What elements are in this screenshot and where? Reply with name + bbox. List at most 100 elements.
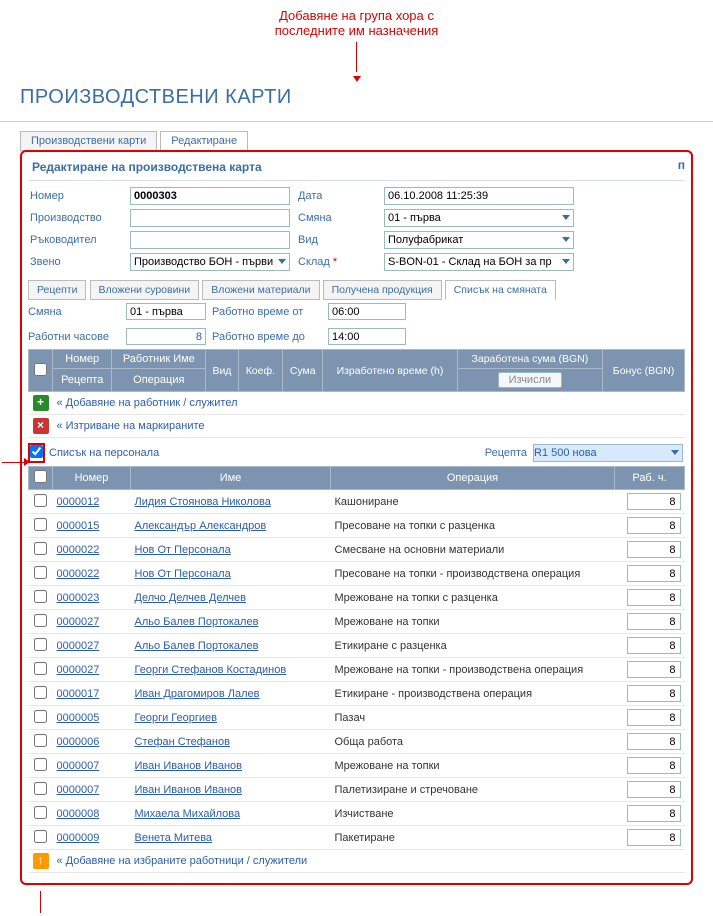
row-name[interactable]: Михаела Михайлова — [131, 802, 331, 826]
personnel-title: Списък на персонала — [49, 447, 159, 459]
row-name[interactable]: Александър Александров — [131, 514, 331, 538]
row-checkbox[interactable] — [34, 830, 47, 843]
row-hours-field[interactable] — [627, 541, 681, 558]
row-hours-field[interactable] — [627, 685, 681, 702]
row-checkbox[interactable] — [34, 734, 47, 747]
row-name[interactable]: Нов От Персонала — [131, 562, 331, 586]
row-hours-field[interactable] — [627, 589, 681, 606]
calc-button[interactable]: Изчисли — [498, 372, 563, 388]
row-hours-field[interactable] — [627, 565, 681, 582]
row-name[interactable]: Георги Стефанов Костадинов — [131, 658, 331, 682]
row-checkbox[interactable] — [34, 686, 47, 699]
row-number[interactable]: 0000017 — [53, 682, 131, 706]
row-name[interactable]: Альо Балев Портокалев — [131, 634, 331, 658]
row-number[interactable]: 0000027 — [53, 634, 131, 658]
shift2-field[interactable] — [126, 303, 206, 320]
row-number[interactable]: 0000005 — [53, 706, 131, 730]
row-number[interactable]: 0000015 — [53, 514, 131, 538]
row-checkbox[interactable] — [34, 614, 47, 627]
row-hours-field[interactable] — [627, 661, 681, 678]
row-checkbox[interactable] — [34, 758, 47, 771]
personnel-grid: Номер Име Операция Раб. ч. 0000012Лидия … — [28, 466, 685, 873]
row-checkbox[interactable] — [34, 638, 47, 651]
row-hours-field[interactable] — [627, 637, 681, 654]
add-worker-link[interactable]: « Добавяне на работник / служител — [57, 397, 238, 409]
row-name[interactable]: Иван Иванов Иванов — [131, 754, 331, 778]
row-number[interactable]: 0000008 — [53, 802, 131, 826]
subtab-raw[interactable]: Вложени суровини — [90, 280, 200, 300]
row-number[interactable]: 0000027 — [53, 610, 131, 634]
kind-select[interactable]: Полуфабрикат — [384, 231, 574, 249]
row-number[interactable]: 0000009 — [53, 826, 131, 850]
row-name[interactable]: Венета Митева — [131, 826, 331, 850]
row-hours-field[interactable] — [627, 733, 681, 750]
row-name[interactable]: Лидия Стоянова Николова — [131, 490, 331, 514]
subtab-shift-list[interactable]: Списък на смяната — [445, 280, 556, 300]
row-number[interactable]: 0000023 — [53, 586, 131, 610]
x-icon[interactable]: × — [33, 418, 49, 434]
row-hours-field[interactable] — [627, 757, 681, 774]
row-hours-field[interactable] — [627, 493, 681, 510]
arrow-up-icon[interactable]: ↑ — [33, 853, 49, 869]
delete-workers-link[interactable]: « Изтриване на маркираните — [57, 420, 205, 432]
row-checkbox[interactable] — [34, 806, 47, 819]
row-hours-field[interactable] — [627, 709, 681, 726]
table-row: 0000007Иван Иванов ИвановМрежоване на то… — [29, 754, 685, 778]
worktime-to-field[interactable] — [328, 328, 406, 345]
date-field[interactable] — [384, 187, 574, 205]
col-check-all — [29, 350, 53, 392]
row-checkbox[interactable] — [34, 710, 47, 723]
row-checkbox[interactable] — [34, 590, 47, 603]
row-checkbox[interactable] — [34, 494, 47, 507]
row-operation: Мрежоване на топки - производствена опер… — [331, 658, 615, 682]
row-checkbox[interactable] — [34, 662, 47, 675]
plus-icon[interactable]: + — [33, 395, 49, 411]
row-hours-field[interactable] — [627, 781, 681, 798]
row-name[interactable]: Иван Иванов Иванов — [131, 778, 331, 802]
row-hours-field[interactable] — [627, 517, 681, 534]
row-checkbox[interactable] — [34, 518, 47, 531]
label-date: Дата — [298, 190, 376, 202]
row-number[interactable]: 0000022 — [53, 562, 131, 586]
row-operation: Смесване на основни материали — [331, 538, 615, 562]
row-number[interactable]: 0000007 — [53, 778, 131, 802]
subtab-materials[interactable]: Вложени материали — [202, 280, 319, 300]
manager-field[interactable] — [130, 231, 290, 249]
row-number[interactable]: 0000007 — [53, 754, 131, 778]
row-number[interactable]: 0000027 — [53, 658, 131, 682]
subtab-recipes[interactable]: Рецепти — [28, 280, 86, 300]
row-number[interactable]: 0000006 — [53, 730, 131, 754]
worktime-from-field[interactable] — [328, 303, 406, 320]
row-number[interactable]: 0000012 — [53, 490, 131, 514]
row-name[interactable]: Стефан Стефанов — [131, 730, 331, 754]
check-all-personnel[interactable] — [34, 470, 47, 483]
help-icon[interactable]: п — [678, 158, 685, 172]
row-checkbox[interactable] — [34, 566, 47, 579]
row-hours-field[interactable] — [627, 805, 681, 822]
arrow-right-icon — [2, 456, 34, 468]
row-hours-field[interactable] — [627, 829, 681, 846]
row-checkbox[interactable] — [34, 542, 47, 555]
subtab-products[interactable]: Получена продукция — [323, 280, 442, 300]
row-number[interactable]: 0000022 — [53, 538, 131, 562]
workhours-field[interactable] — [126, 328, 206, 345]
production-field[interactable] — [130, 209, 290, 227]
add-selected-link[interactable]: « Добавяне на избраните работници / служ… — [57, 855, 308, 867]
tab-production-cards[interactable]: Производствени карти — [20, 131, 157, 151]
col-time: Изработено време (h) — [323, 350, 457, 392]
check-all-workers[interactable] — [34, 363, 47, 376]
row-hours-field[interactable] — [627, 613, 681, 630]
recipe-select[interactable]: R1 500 нова — [533, 444, 683, 462]
row-name[interactable]: Георги Георгиев — [131, 706, 331, 730]
row-name[interactable]: Альо Балев Портокалев — [131, 610, 331, 634]
col-name: Работник Име — [112, 350, 206, 369]
row-checkbox[interactable] — [34, 782, 47, 795]
row-name[interactable]: Делчо Делчев Делчев — [131, 586, 331, 610]
store-select[interactable]: S-BON-01 - Склад на БОН за пр — [384, 253, 574, 271]
tab-edit[interactable]: Редактиране — [160, 131, 248, 151]
row-name[interactable]: Иван Драгомиров Лалев — [131, 682, 331, 706]
unit-select[interactable]: Производство БОН - първи це — [130, 253, 290, 271]
number-field[interactable] — [130, 187, 290, 205]
row-name[interactable]: Нов От Персонала — [131, 538, 331, 562]
shift-select[interactable]: 01 - първа — [384, 209, 574, 227]
